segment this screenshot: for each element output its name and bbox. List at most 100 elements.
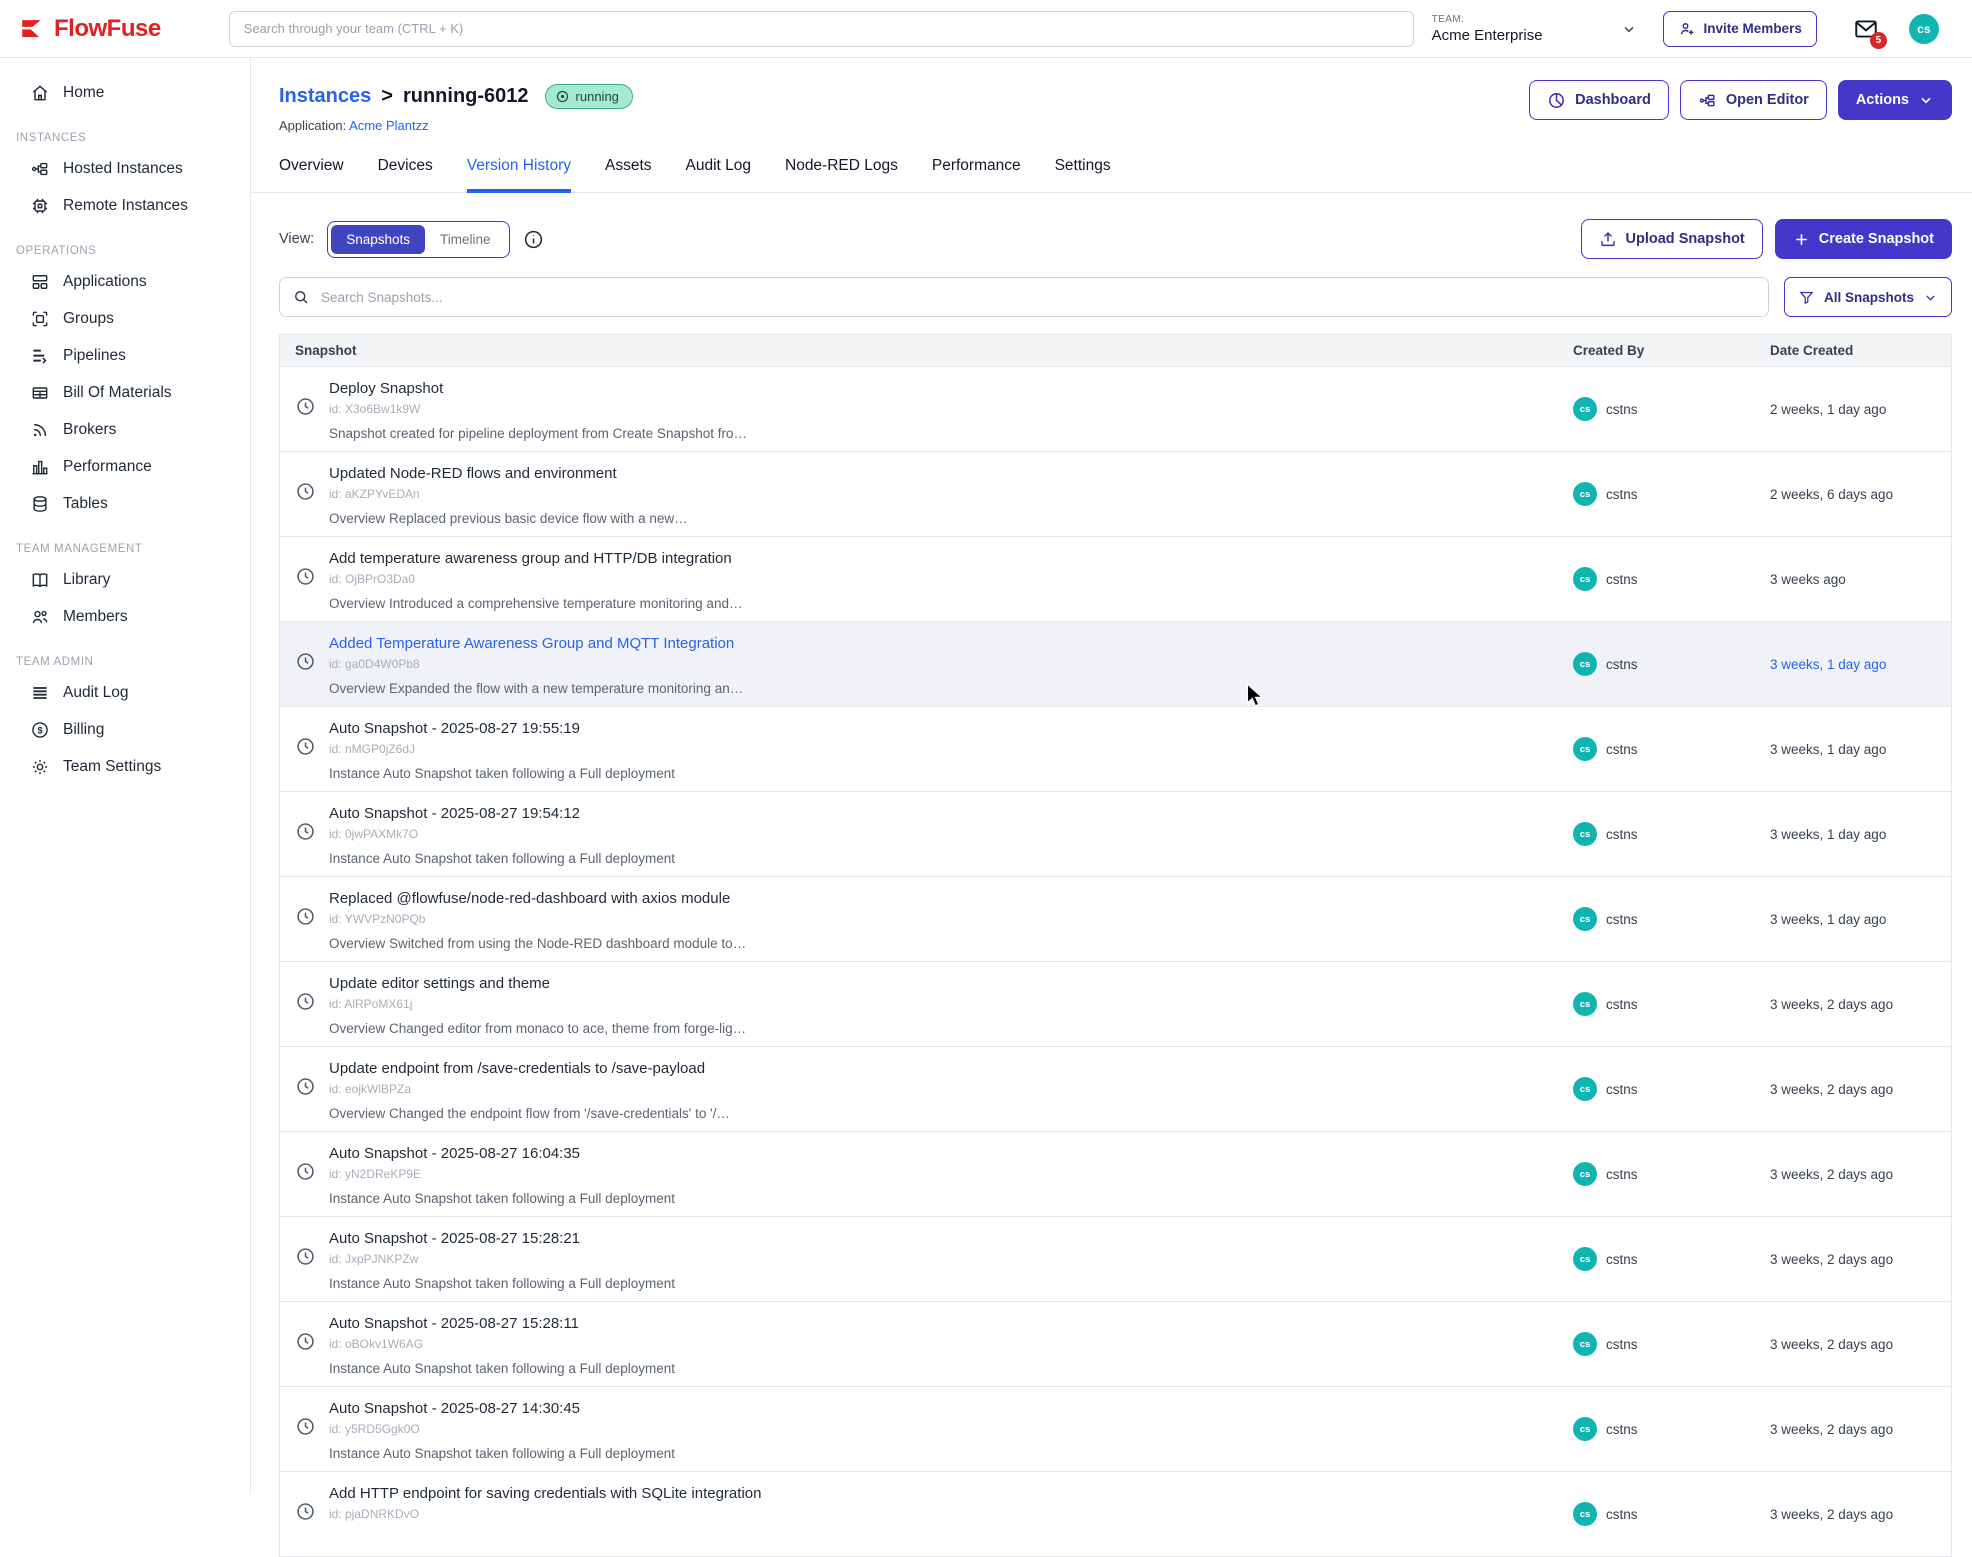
snapshot-title: Auto Snapshot - 2025-08-27 14:30:45 — [329, 1400, 675, 1417]
sidebar: Home INSTANCES Hosted Instances Remote I… — [0, 58, 251, 1494]
table-row[interactable]: Auto Snapshot - 2025-08-27 14:30:45 id: … — [280, 1386, 1951, 1471]
clock-icon — [295, 481, 316, 502]
open-editor-button[interactable]: Open Editor — [1680, 80, 1827, 120]
view-toggle-snapshots[interactable]: Snapshots — [331, 225, 425, 254]
sidebar-item-label: Brokers — [63, 421, 116, 439]
table-row[interactable]: Updated Node-RED flows and environment i… — [280, 451, 1951, 536]
table-row[interactable]: Auto Snapshot - 2025-08-27 19:54:12 id: … — [280, 791, 1951, 876]
table-row[interactable]: Auto Snapshot - 2025-08-27 19:55:19 id: … — [280, 706, 1951, 791]
status-badge-label: running — [576, 89, 619, 104]
tab-version-history[interactable]: Version History — [467, 157, 571, 193]
clock-icon — [295, 566, 316, 587]
sidebar-item-tables[interactable]: Tables — [0, 485, 250, 522]
global-search-input[interactable] — [242, 20, 1401, 37]
tab-audit-log[interactable]: Audit Log — [686, 157, 752, 193]
snapshot-id: id: nMGP0jZ6dJ — [329, 742, 675, 756]
snapshot-title: Auto Snapshot - 2025-08-27 15:28:11 — [329, 1315, 675, 1332]
sidebar-item-label: Groups — [63, 310, 114, 328]
table-row[interactable]: Auto Snapshot - 2025-08-27 15:28:11 id: … — [280, 1301, 1951, 1386]
snapshot-description: Overview Replaced previous basic device … — [329, 511, 688, 526]
sidebar-item-library[interactable]: Library — [0, 561, 250, 598]
sidebar-item-brokers[interactable]: Brokers — [0, 411, 250, 448]
table-row[interactable]: Add temperature awareness group and HTTP… — [280, 536, 1951, 621]
date-created: 3 weeks, 2 days ago — [1770, 1337, 1951, 1352]
snapshot-search[interactable] — [279, 277, 1769, 317]
flowfuse-logo-icon — [18, 15, 45, 42]
sidebar-item-bill-of-materials[interactable]: Bill Of Materials — [0, 374, 250, 411]
sidebar-item-pipelines[interactable]: Pipelines — [0, 337, 250, 374]
invite-members-button[interactable]: Invite Members — [1663, 11, 1817, 47]
plus-icon — [1793, 231, 1810, 248]
all-snapshots-dropdown[interactable]: All Snapshots — [1784, 277, 1952, 317]
tab-assets[interactable]: Assets — [605, 157, 652, 193]
hosted-instances-icon — [30, 159, 50, 179]
snapshot-id: id: 0jwPAXMk7O — [329, 827, 675, 841]
all-snapshots-label: All Snapshots — [1824, 290, 1914, 305]
created-by-user: cstns — [1606, 997, 1638, 1012]
sidebar-item-label: Applications — [63, 273, 147, 291]
applications-icon — [30, 272, 50, 292]
table-row[interactable]: Auto Snapshot - 2025-08-27 15:28:21 id: … — [280, 1216, 1951, 1301]
upload-snapshot-label: Upload Snapshot — [1626, 231, 1745, 247]
sidebar-item-home[interactable]: Home — [0, 74, 250, 111]
view-toggle-timeline[interactable]: Timeline — [425, 225, 506, 254]
created-by-user: cstns — [1606, 657, 1638, 672]
global-search[interactable] — [229, 11, 1414, 47]
team-selector[interactable]: TEAM: Acme Enterprise — [1432, 14, 1637, 44]
tab-node-red-logs[interactable]: Node-RED Logs — [785, 157, 898, 193]
snapshot-title: Update editor settings and theme — [329, 975, 746, 992]
table-row[interactable]: Deploy Snapshot id: X3o6Bw1k9W Snapshot … — [280, 366, 1951, 451]
table-row[interactable]: Replaced @flowfuse/node-red-dashboard wi… — [280, 876, 1951, 961]
actions-button[interactable]: Actions — [1838, 80, 1952, 120]
clock-icon — [295, 1246, 316, 1267]
table-row-highlighted[interactable]: Added Temperature Awareness Group and MQ… — [280, 621, 1951, 706]
table-row[interactable]: Add HTTP endpoint for saving credentials… — [280, 1471, 1951, 1556]
table-row[interactable]: Update endpoint from /save-credentials t… — [280, 1046, 1951, 1131]
flowfuse-logo[interactable]: FlowFuse — [18, 15, 161, 43]
snapshot-title: Auto Snapshot - 2025-08-27 19:54:12 — [329, 805, 675, 822]
application-link[interactable]: Acme Plantzz — [349, 118, 428, 133]
table-row[interactable]: Auto Snapshot - 2025-08-27 16:04:35 id: … — [280, 1131, 1951, 1216]
date-created: 3 weeks, 2 days ago — [1770, 1422, 1951, 1437]
sidebar-item-hosted-instances[interactable]: Hosted Instances — [0, 150, 250, 187]
sidebar-item-team-settings[interactable]: Team Settings — [0, 748, 250, 785]
upload-snapshot-button[interactable]: Upload Snapshot — [1581, 219, 1763, 259]
table-row[interactable]: Update editor settings and theme id: AlR… — [280, 961, 1951, 1046]
sidebar-item-applications[interactable]: Applications — [0, 263, 250, 300]
snapshot-id: id: oBOkv1W6AG — [329, 1337, 675, 1351]
create-snapshot-button[interactable]: Create Snapshot — [1775, 219, 1952, 259]
upload-icon — [1599, 230, 1617, 248]
performance-icon — [30, 457, 50, 477]
sidebar-item-members[interactable]: Members — [0, 598, 250, 635]
breadcrumb-instances-link[interactable]: Instances — [279, 85, 371, 108]
notifications-button[interactable]: 5 — [1853, 16, 1879, 42]
sidebar-item-billing[interactable]: $ Billing — [0, 711, 250, 748]
snapshot-search-input[interactable] — [319, 289, 1756, 306]
running-status-icon — [555, 89, 570, 104]
tab-devices[interactable]: Devices — [378, 157, 433, 193]
team-name: Acme Enterprise — [1432, 27, 1543, 44]
snapshot-description: Instance Auto Snapshot taken following a… — [329, 1276, 675, 1291]
dashboard-button[interactable]: Dashboard — [1529, 80, 1669, 120]
snapshot-id: id: X3o6Bw1k9W — [329, 402, 747, 416]
snapshot-description: Overview Introduced a comprehensive temp… — [329, 596, 742, 611]
tab-settings[interactable]: Settings — [1055, 157, 1111, 193]
sidebar-item-remote-instances[interactable]: Remote Instances — [0, 187, 250, 224]
gear-icon — [30, 757, 50, 777]
info-icon[interactable] — [523, 229, 544, 250]
snapshot-title: Deploy Snapshot — [329, 380, 747, 397]
sidebar-item-audit-log[interactable]: Audit Log — [0, 674, 250, 711]
sidebar-item-performance[interactable]: Performance — [0, 448, 250, 485]
toolbar-actions: Upload Snapshot Create Snapshot — [1581, 219, 1952, 259]
tables-icon — [30, 494, 50, 514]
tab-overview[interactable]: Overview — [279, 157, 344, 193]
snapshot-id: id: YWVPzN0PQb — [329, 912, 746, 926]
tab-performance[interactable]: Performance — [932, 157, 1021, 193]
groups-icon — [30, 309, 50, 329]
created-by-user: cstns — [1606, 1422, 1638, 1437]
date-created: 3 weeks, 2 days ago — [1770, 997, 1951, 1012]
tab-bar: Overview Devices Version History Assets … — [251, 157, 1972, 193]
clock-icon — [295, 1501, 316, 1522]
user-avatar[interactable]: cs — [1909, 14, 1939, 44]
sidebar-item-groups[interactable]: Groups — [0, 300, 250, 337]
